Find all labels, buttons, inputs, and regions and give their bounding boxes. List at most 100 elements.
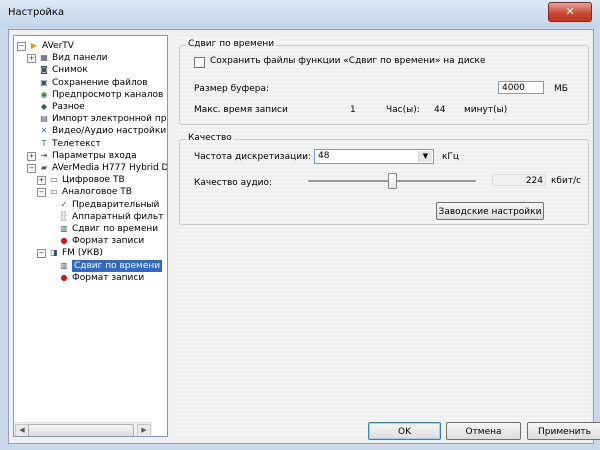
tree-item[interactable]: ◙ Снимок: [14, 64, 164, 76]
eye-icon: ◉: [40, 89, 48, 99]
tree-item[interactable]: − ▰ AVerMedia H777 Hybrid DVI: [14, 162, 167, 174]
expand-icon[interactable]: +: [27, 54, 36, 64]
tree-item-label: Аналоговое ТВ: [62, 187, 132, 198]
expand-icon[interactable]: +: [27, 151, 36, 161]
radio-icon: ◨: [50, 248, 58, 258]
tree-item-label: Импорт электронной прог: [52, 114, 168, 125]
title-bar[interactable]: Настройка ✕: [0, 0, 600, 28]
chevron-down-icon[interactable]: ▼: [418, 151, 432, 162]
record-icon: ●: [60, 272, 68, 282]
collapse-icon[interactable]: −: [27, 164, 36, 173]
audio-quality-unit: кбит/с: [551, 176, 582, 186]
audio-quality-label: Качество аудио:: [194, 178, 273, 188]
audio-quality-value: 224: [492, 174, 546, 186]
timeshift-icon: ▥: [60, 260, 68, 270]
tv-icon: ▭: [50, 175, 58, 185]
hours-unit: Час(ы):: [386, 105, 420, 115]
tree-item[interactable]: ▣ Сохранение файлов: [14, 77, 164, 89]
collapse-icon[interactable]: −: [37, 249, 46, 259]
tree-item-label: Параметры входа: [52, 150, 137, 161]
audio-quality-slider[interactable]: [388, 173, 397, 189]
save-icon: ▣: [40, 77, 48, 87]
camera-icon: ◙: [40, 65, 48, 75]
filter-icon: ░: [60, 211, 68, 221]
tree-item-label: Предпросмотр каналов: [52, 89, 164, 100]
tree-item-label: Видео/Аудио настройки: [52, 126, 167, 137]
tv-card-icon: ▰: [40, 163, 48, 172]
tree-item[interactable]: ▥ Сдвиг по времени: [14, 223, 164, 235]
dialog-client: ◀ ▶ − ▶ AVerTV + ▦ Вид панели ◙ Снимок ▣ Сохранен…: [8, 29, 600, 444]
tree-item[interactable]: − ▭ Аналоговое ТВ: [14, 186, 164, 198]
hours-value: 1: [350, 105, 356, 115]
minutes-value: 44: [434, 105, 446, 115]
tree-item-label: Формат записи: [72, 236, 145, 247]
tree-horizontal-scrollbar[interactable]: ◀ ▶: [14, 422, 152, 436]
tree-item[interactable]: ◉ Предпросмотр каналов: [14, 89, 164, 101]
buffer-unit-label: МБ: [554, 84, 568, 94]
sample-rate-unit: кГц: [442, 152, 460, 162]
tree-item-label: Формат записи: [72, 272, 145, 283]
tree-item-label: Сохранение файлов: [52, 77, 148, 88]
scroll-thumb[interactable]: [28, 424, 134, 436]
close-button[interactable]: ✕: [548, 2, 592, 22]
tree-item[interactable]: ✕ Видео/Аудио настройки: [14, 125, 167, 137]
misc-icon: ◆: [40, 102, 48, 111]
tree-item-label: Сдвиг по времени: [72, 224, 159, 234]
tree-item-label: Предварительный: [72, 199, 160, 210]
tree-item[interactable]: ◆ Разное: [14, 101, 164, 113]
minutes-unit: минут(ы): [464, 105, 508, 115]
settings-tree[interactable]: ◀ ▶ − ▶ AVerTV + ▦ Вид панели ◙ Снимок ▣ Сохранен…: [13, 35, 168, 437]
panel-view-icon: ▦: [40, 53, 48, 63]
collapse-icon[interactable]: −: [37, 188, 46, 198]
collapse-icon[interactable]: −: [17, 42, 26, 51]
tree-item-label: Аппаратный фильт: [72, 211, 164, 222]
teletext-icon: T: [41, 138, 47, 148]
tree-item[interactable]: ● Формат записи: [14, 272, 164, 284]
timeshift-group: Сдвиг по времени Сохранить файлы функции…: [179, 39, 589, 125]
tree-item-label: AVerTV: [42, 41, 74, 51]
cancel-button[interactable]: Отмена: [446, 422, 521, 440]
tree-item-label: Сдвиг по времени: [72, 259, 163, 272]
tree-item-label: AVerMedia H777 Hybrid DVI: [52, 163, 168, 173]
record-icon: ●: [60, 236, 68, 246]
apply-button[interactable]: Применить: [527, 422, 600, 440]
tree-item-label: Телетекст: [52, 138, 101, 149]
timeshift-group-label: Сдвиг по времени: [186, 39, 277, 49]
import-icon: ▤: [40, 114, 48, 124]
tv-icon: ▭: [50, 187, 58, 197]
tree-item-label: Вид панели: [52, 53, 108, 64]
tools-icon: ✕: [40, 126, 48, 136]
checklist-icon: ✓: [60, 199, 68, 209]
factory-defaults-button[interactable]: Заводские настройки: [436, 202, 544, 220]
tree-item[interactable]: + ▦ Вид панели: [14, 52, 164, 64]
quality-group-label: Качество: [186, 133, 234, 143]
tree-item[interactable]: + ⇥ Параметры входа: [14, 150, 164, 162]
expand-icon[interactable]: +: [37, 176, 46, 186]
timeshift-icon: ▥: [60, 224, 68, 233]
tree-item[interactable]: ▤ Импорт электронной прог: [14, 113, 167, 125]
tree-item[interactable]: ✓ Предварительный: [14, 199, 164, 211]
scroll-right-icon[interactable]: ▶: [137, 424, 151, 436]
window-title: Настройка: [8, 7, 65, 18]
avertv-logo-icon: ▶: [30, 41, 38, 50]
tree-item-label: Разное: [52, 102, 85, 112]
tree-item-label: Снимок: [52, 65, 88, 76]
save-files-label: Сохранить файлы функции «Сдвиг по времен…: [210, 56, 486, 66]
sample-rate-label: Частота дискретизации:: [194, 152, 311, 162]
sample-rate-value: 48: [318, 151, 330, 161]
tree-item[interactable]: − ▶ AVerTV: [14, 40, 164, 52]
sample-rate-select[interactable]: 48 ▼: [314, 149, 434, 164]
buffer-size-input[interactable]: 4000: [498, 81, 544, 94]
ok-button[interactable]: OK: [368, 422, 441, 440]
save-files-checkbox[interactable]: [194, 57, 205, 68]
scroll-left-icon[interactable]: ◀: [15, 424, 29, 436]
input-icon: ⇥: [40, 150, 48, 160]
tree-item[interactable]: ▥ Сдвиг по времени: [14, 259, 164, 272]
tree-item[interactable]: ░ Аппаратный фильт: [14, 211, 164, 223]
quality-group: Качество Частота дискретизации: 48 ▼ кГц…: [179, 133, 589, 225]
tree-item[interactable]: + ▭ Цифровое ТВ: [14, 174, 164, 186]
tree-item[interactable]: − ◨ FM (УКВ): [14, 247, 164, 259]
tree-item[interactable]: ● Формат записи: [14, 235, 164, 247]
tree-item-label: FM (УКВ): [62, 248, 103, 259]
tree-item[interactable]: T Телетекст: [14, 138, 164, 150]
